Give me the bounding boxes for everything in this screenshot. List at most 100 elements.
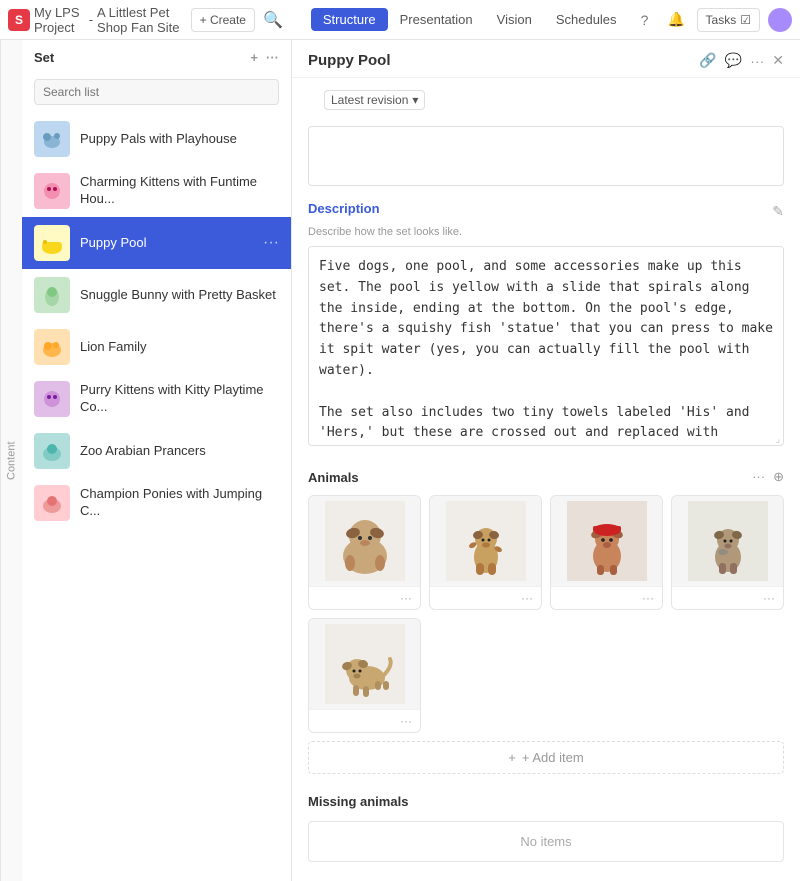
animal-card-2: ··· xyxy=(429,495,542,610)
sidebar-item-8[interactable]: Champion Ponies with Jumping C... ··· xyxy=(22,477,291,529)
item-thumb-3 xyxy=(34,225,70,261)
create-button[interactable]: + Create xyxy=(191,8,255,32)
animals-title: Animals xyxy=(308,470,752,485)
sidebar-item-label-4: Snuggle Bunny with Pretty Basket xyxy=(80,287,279,304)
sidebar-item-3[interactable]: Puppy Pool ··· xyxy=(22,217,291,269)
breadcrumb-project: My LPS Project xyxy=(34,5,85,35)
missing-animals-section: Missing animals No items xyxy=(308,794,784,862)
notification-icon[interactable]: 🔔 xyxy=(665,8,689,32)
tab-vision[interactable]: Vision xyxy=(485,8,544,31)
animal-card-footer-2: ··· xyxy=(430,586,541,609)
top-nav: S My LPS Project - A Littlest Pet Shop F… xyxy=(0,0,800,40)
link-icon[interactable]: 🔗 xyxy=(699,52,716,69)
animal-card-dots-5[interactable]: ··· xyxy=(400,714,412,728)
sidebar-more-icon[interactable]: ··· xyxy=(266,50,279,65)
search-input[interactable] xyxy=(34,79,279,105)
add-item-plus-icon: + xyxy=(508,750,516,765)
animals-add-icon[interactable]: ⊕ xyxy=(773,469,784,485)
missing-animals-title: Missing animals xyxy=(308,794,408,809)
chevron-down-icon: ▾ xyxy=(412,93,418,107)
close-icon[interactable]: ✕ xyxy=(772,52,784,69)
sidebar-item-label-6: Purry Kittens with Kitty Playtime Co... xyxy=(80,382,279,416)
animal-card-dots-2[interactable]: ··· xyxy=(521,591,533,605)
tasks-button[interactable]: Tasks ☑ xyxy=(697,8,760,32)
sidebar-add-icon[interactable]: + xyxy=(250,50,258,65)
item-thumb-4 xyxy=(34,277,70,313)
sidebar-items: Puppy Pals with Playhouse ··· Charming K… xyxy=(22,113,291,881)
add-item-button[interactable]: + + Add item xyxy=(308,741,784,774)
comment-icon[interactable]: 💬 xyxy=(725,52,742,69)
description-textarea[interactable]: Five dogs, one pool, and some accessorie… xyxy=(308,246,784,446)
sidebar-item-dots-3[interactable]: ··· xyxy=(263,234,279,252)
content-title: Puppy Pool xyxy=(308,52,699,69)
animal-card-5: ··· xyxy=(308,618,421,733)
tab-presentation[interactable]: Presentation xyxy=(388,8,485,31)
description-header-actions: ✎ xyxy=(772,203,784,220)
sidebar-header: Set + ··· xyxy=(22,40,291,75)
animals-header: Animals ··· ⊕ xyxy=(308,469,784,485)
vertical-content-label: Content xyxy=(0,40,22,881)
animal-card-dots-4[interactable]: ··· xyxy=(763,591,775,605)
animal-card-4: ··· xyxy=(671,495,784,610)
animals-bottom-row: ··· xyxy=(308,618,784,733)
description-edit-icon[interactable]: ✎ xyxy=(772,203,784,220)
sidebar-item-1[interactable]: Puppy Pals with Playhouse ··· xyxy=(22,113,291,165)
description-subtitle: Describe how the set looks like. xyxy=(308,226,784,238)
sidebar-header-actions: + ··· xyxy=(250,50,279,65)
animals-more-icon[interactable]: ··· xyxy=(752,469,765,485)
content-header-actions: 🔗 💬 ··· ✕ xyxy=(699,52,784,69)
animal-card-footer-3: ··· xyxy=(551,586,662,609)
missing-animals-header-row: Missing animals xyxy=(308,794,784,817)
item-thumb-5 xyxy=(34,329,70,365)
create-label: + Create xyxy=(200,13,246,27)
more-icon[interactable]: ··· xyxy=(750,53,764,69)
nav-right: ? 🔔 Tasks ☑ xyxy=(633,8,792,32)
sidebar-search xyxy=(22,75,291,113)
animal-card-footer-4: ··· xyxy=(672,586,783,609)
help-icon[interactable]: ? xyxy=(633,8,657,32)
sidebar-item-label-3: Puppy Pool xyxy=(80,235,253,252)
tasks-label: Tasks xyxy=(706,13,737,27)
animals-section: Animals ··· ⊕ xyxy=(308,469,784,774)
avatar[interactable] xyxy=(768,8,792,32)
revision-selector[interactable]: Latest revision ▾ xyxy=(324,90,425,110)
no-items-label: No items xyxy=(308,821,784,862)
sidebar-title: Set xyxy=(34,50,54,65)
tasks-icon: ☑ xyxy=(740,13,751,27)
item-thumb-2 xyxy=(34,173,70,209)
sidebar-item-6[interactable]: Purry Kittens with Kitty Playtime Co... … xyxy=(22,373,291,425)
animal-card-footer-5: ··· xyxy=(309,709,420,732)
animals-grid: ··· xyxy=(308,495,784,610)
item-thumb-1 xyxy=(34,121,70,157)
animal-img-1 xyxy=(309,496,420,586)
top-textarea[interactable] xyxy=(308,126,784,186)
sidebar-item-5[interactable]: Lion Family ··· xyxy=(22,321,291,373)
item-thumb-7 xyxy=(34,433,70,469)
sidebar-item-label-1: Puppy Pals with Playhouse xyxy=(80,131,279,148)
content-body: Description ✎ Describe how the set looks… xyxy=(292,118,800,881)
search-icon[interactable]: 🔍 xyxy=(263,10,283,30)
revision-label: Latest revision xyxy=(331,93,408,107)
item-thumb-8 xyxy=(34,485,70,521)
layout: Content Set + ··· Puppy Pals with Playho… xyxy=(0,40,800,881)
sidebar-item-label-5: Lion Family xyxy=(80,339,279,356)
sidebar-item-4[interactable]: Snuggle Bunny with Pretty Basket ··· xyxy=(22,269,291,321)
animal-card-dots-3[interactable]: ··· xyxy=(642,591,654,605)
tab-structure[interactable]: Structure xyxy=(311,8,388,31)
sidebar-item-2[interactable]: Charming Kittens with Funtime Hou... ··· xyxy=(22,165,291,217)
sidebar-item-label-7: Zoo Arabian Prancers xyxy=(80,443,279,460)
sidebar-item-7[interactable]: Zoo Arabian Prancers ··· xyxy=(22,425,291,477)
description-section: Description ✎ Describe how the set looks… xyxy=(308,201,784,449)
description-header-row: Description ✎ xyxy=(308,201,784,222)
animals-actions: ··· ⊕ xyxy=(752,469,784,485)
resize-handle: ⌟ xyxy=(775,434,780,445)
add-item-label: + Add item xyxy=(522,750,584,765)
animal-img-4 xyxy=(672,496,783,586)
animal-img-2 xyxy=(430,496,541,586)
animal-card-footer-1: ··· xyxy=(309,586,420,609)
animal-card-dots-1[interactable]: ··· xyxy=(400,591,412,605)
sidebar-item-label-2: Charming Kittens with Funtime Hou... xyxy=(80,174,279,208)
description-title: Description xyxy=(308,201,380,216)
tab-schedules[interactable]: Schedules xyxy=(544,8,629,31)
animal-img-5 xyxy=(309,619,420,709)
